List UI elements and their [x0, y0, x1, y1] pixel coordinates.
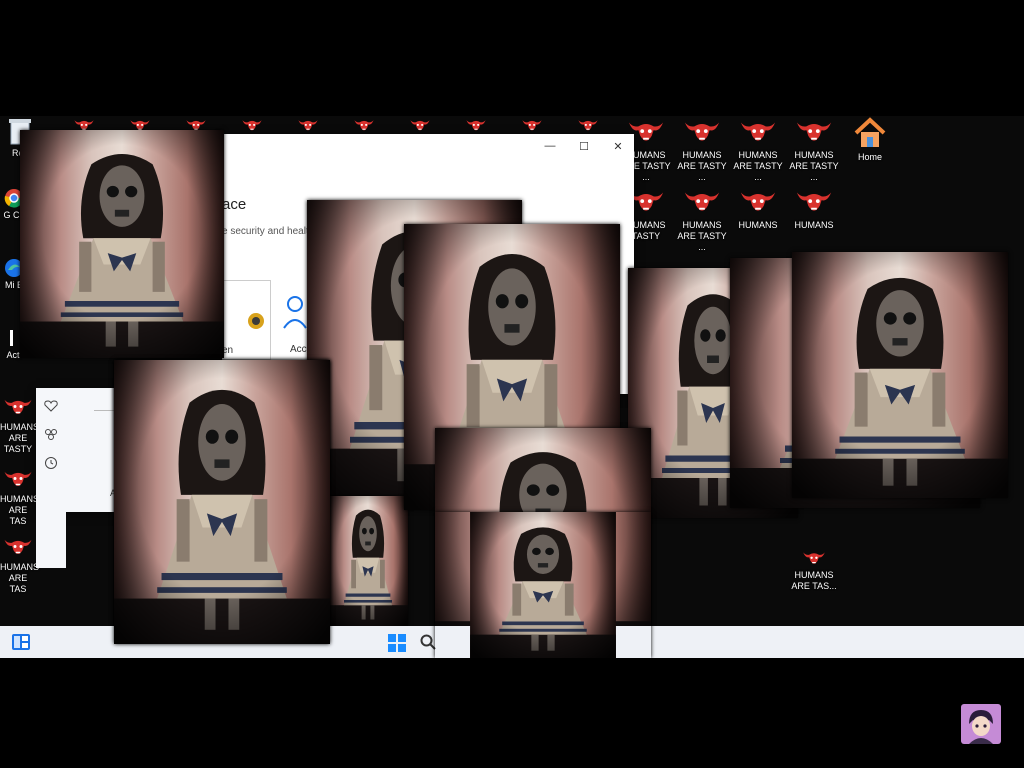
security-tile[interactable]: en [222, 280, 271, 360]
demon-skull-icon [739, 118, 777, 148]
demon-skull-icon[interactable] [512, 118, 552, 134]
creepy-doll-photo [20, 130, 224, 358]
desktop-icon-humans[interactable]: HUMANS ARE TASTY ... [674, 188, 730, 253]
maximize-button[interactable]: ☐ [574, 140, 594, 153]
demon-skull-icon [683, 188, 721, 218]
demon-skull-icon [3, 396, 33, 420]
desktop-icon-humans[interactable]: HUMANS ARE TAS... [786, 550, 842, 592]
demon-skull-icon[interactable] [568, 118, 608, 134]
demon-skull-icon[interactable] [288, 118, 328, 134]
close-button[interactable]: ✕ [608, 140, 628, 153]
demon-skull-icon [3, 536, 33, 560]
desktop-icon-humans[interactable]: HUMANS ARE TASTY ... [786, 118, 842, 183]
demon-skull-icon [802, 550, 826, 568]
demon-skull-icon[interactable] [232, 118, 272, 134]
desktop-icon-label: HUMANS ARE TASTY ... [733, 150, 783, 182]
account-icon [283, 296, 307, 329]
desktop-icon-home[interactable]: Home [842, 116, 898, 163]
desktop-icon-humans[interactable]: HUMANS ARE TASTY [0, 396, 40, 455]
demon-skull-icon [3, 468, 33, 492]
demon-skull-icon[interactable] [400, 118, 440, 134]
minimize-button[interactable]: — [540, 140, 560, 152]
family-icon[interactable] [44, 428, 58, 440]
desktop-screen: Rec HUMANS ARE TASTY ... HUMANS ARE TAST… [0, 116, 1024, 658]
demon-skull-icon [683, 118, 721, 148]
desktop-icon-label: HUMANS [794, 220, 834, 230]
avatar [961, 704, 1001, 744]
desktop-icon-label: HUMANS ARE TASTY ... [789, 150, 839, 182]
windows-start-icon[interactable] [388, 634, 406, 652]
demon-skull-icon[interactable] [456, 118, 496, 134]
desktop-icon-label: HUMANS ARE TAS [0, 562, 40, 594]
desktop-icon-label: HUMANS ARE TASTY ... [677, 220, 727, 252]
page-subtitle: e security and healt [222, 226, 309, 237]
home-icon [854, 117, 886, 147]
desktop-icon-humans[interactable]: HUMANS [730, 188, 786, 231]
demon-skull-icon [739, 188, 777, 218]
desktop-icon-label: HUMANS ARE TASTY ... [677, 150, 727, 182]
desktop-icon-humans[interactable]: HUMANS ARE TAS [0, 468, 40, 527]
settings-window: A [36, 388, 120, 512]
desktop-icon-label: HUMANS ARE TASTY [0, 422, 40, 454]
desktop-icon-label: HUMANS [738, 220, 778, 230]
desktop-icon-humans[interactable]: HUMANS ARE TAS [0, 536, 40, 595]
search-icon[interactable] [420, 634, 436, 650]
anime-avatar-icon [961, 704, 1001, 744]
history-icon[interactable] [44, 456, 58, 470]
desktop-icon-humans[interactable]: HUMANS [786, 188, 842, 231]
demon-skull-icon [795, 188, 833, 218]
demon-skull-icon[interactable] [344, 118, 384, 134]
desktop-icon-label: HUMANS ARE TAS [0, 494, 40, 526]
page-title: ace [222, 196, 247, 213]
tile-label: Acc [290, 344, 307, 355]
desktop-icon-label: Home [857, 152, 882, 162]
desktop-icon-humans[interactable]: HUMANS ARE TASTY ... [674, 118, 730, 183]
creepy-doll-photo [114, 360, 330, 644]
widgets-icon[interactable] [12, 634, 30, 650]
eye-scan-icon [248, 313, 264, 329]
demon-skull-icon [795, 118, 833, 148]
creepy-doll-photo [792, 252, 1008, 498]
heart-pulse-icon[interactable] [44, 400, 58, 412]
settings-window-strip [36, 512, 66, 568]
desktop-icon-humans[interactable]: HUMANS ARE TASTY ... [730, 118, 786, 183]
desktop-icon-label: HUMANS ARE TAS... [791, 570, 837, 591]
creepy-doll-photo [435, 512, 651, 658]
creepy-doll-photo [328, 496, 408, 626]
